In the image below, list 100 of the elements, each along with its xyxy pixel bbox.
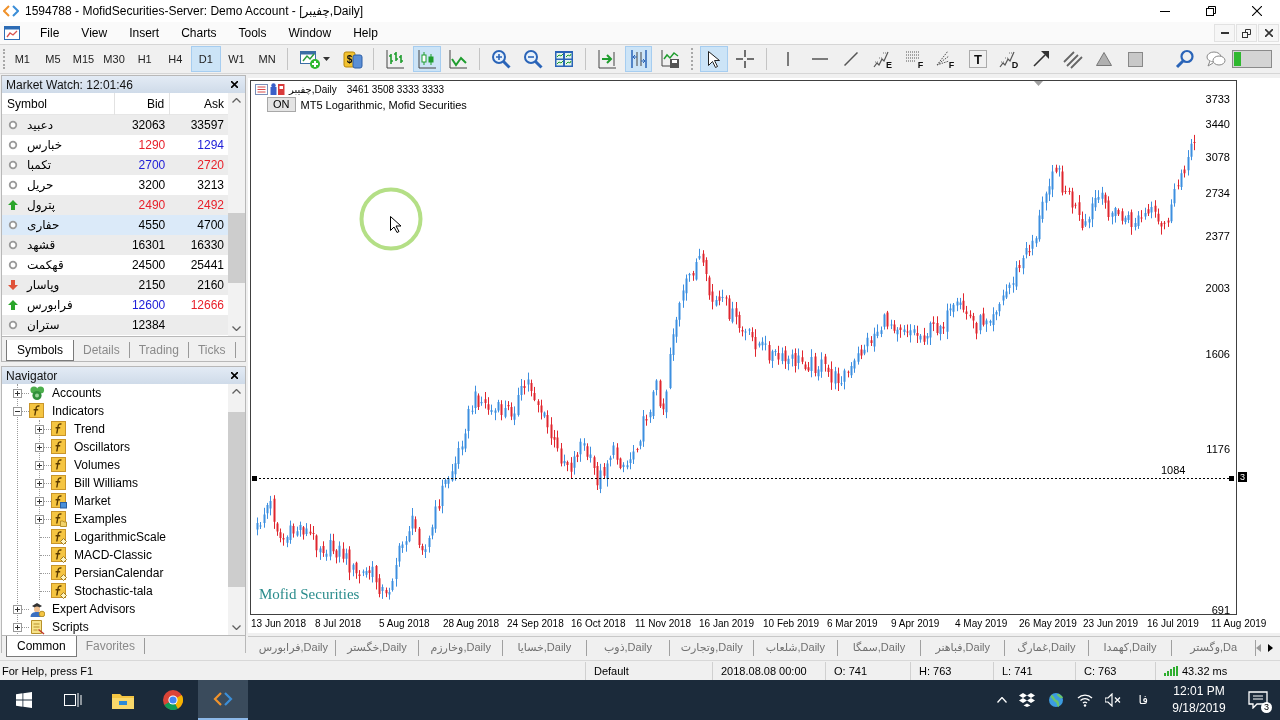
date-label: 26 May 2019: [1019, 617, 1078, 631]
expand-icon[interactable]: [35, 424, 44, 434]
panel-tab[interactable]: Symbols: [6, 340, 74, 361]
date-label: 16 Jul 2019: [1147, 617, 1200, 631]
tree-item[interactable]: Stochastic-tala: [74, 584, 153, 598]
menu-item[interactable]: View: [70, 24, 119, 42]
menu-item[interactable]: File: [29, 24, 71, 42]
chart-shift-icon: [628, 49, 649, 69]
timeframe-button[interactable]: H1: [129, 46, 160, 72]
timeframe-button[interactable]: M1: [7, 46, 38, 72]
scrollbar[interactable]: [228, 384, 245, 635]
tree-item[interactable]: Indicators: [52, 404, 105, 418]
bid-price: 12384: [130, 317, 167, 334]
restore-button[interactable]: [1236, 24, 1257, 42]
signal-icon: [1164, 665, 1178, 676]
indicator-toggle[interactable]: ON: [267, 97, 296, 112]
bid-price: 32063: [130, 117, 167, 134]
function-icon: [51, 421, 67, 437]
tree-item[interactable]: Market: [74, 494, 111, 508]
cursor-button[interactable]: [699, 46, 728, 72]
timeframe-button[interactable]: M5: [37, 46, 69, 72]
chart-tab[interactable]: فرابورس,Daily: [252, 639, 336, 656]
tree-item[interactable]: Accounts: [52, 386, 102, 400]
scroll-right-icon[interactable]: [1268, 643, 1274, 652]
menu-item[interactable]: Charts: [170, 24, 228, 42]
timeframe-button[interactable]: M15: [68, 46, 99, 72]
chart-tab[interactable]: کهمدا,Daily: [1088, 639, 1173, 656]
scrollbar-thumb[interactable]: [228, 213, 245, 283]
expand-icon[interactable]: [35, 514, 44, 524]
chart-tab[interactable]: خگستر,Daily: [335, 639, 420, 656]
language-indicator[interactable]: فا: [1138, 693, 1148, 707]
tree-item[interactable]: Volumes: [74, 458, 121, 472]
chart-tab[interactable]: فباهنر,Daily: [921, 639, 1006, 656]
expand-icon[interactable]: [35, 496, 44, 506]
tree-item[interactable]: Examples: [74, 512, 127, 526]
chart-tab[interactable]: غمارگ,Daily: [1005, 639, 1089, 656]
chart-tab[interactable]: وخارزم,Daily: [419, 639, 503, 656]
timeframe-button[interactable]: H4: [159, 46, 191, 72]
scroll-icon: [29, 619, 45, 635]
tree-item[interactable]: Trend: [74, 422, 105, 436]
expand-icon[interactable]: [13, 388, 22, 398]
minimize-button[interactable]: [1214, 24, 1235, 42]
chart-tab[interactable]: سمگا,Daily: [837, 639, 922, 656]
candle-chart-button[interactable]: [413, 46, 441, 72]
close-button[interactable]: [229, 79, 240, 90]
chart-tab[interactable]: خسایا,Daily: [503, 639, 587, 656]
expand-icon[interactable]: [13, 622, 22, 632]
chart-tab[interactable]: شلعاب,Daily: [754, 639, 838, 656]
tree-item[interactable]: Oscillators: [74, 440, 130, 454]
menu-item[interactable]: Tools: [227, 24, 278, 42]
tree-item[interactable]: Expert Advisors: [52, 602, 136, 616]
date-label: 4 May 2019: [955, 617, 1009, 631]
scrollbar-thumb[interactable]: [228, 412, 245, 587]
expand-icon[interactable]: [35, 442, 44, 452]
expand-icon[interactable]: [35, 478, 44, 488]
chevron-up-icon[interactable]: [996, 697, 1007, 703]
chart-tab[interactable]: ذوب,Daily: [586, 639, 671, 656]
timeframe-button[interactable]: D1: [190, 46, 222, 72]
scrollbar[interactable]: [228, 93, 245, 336]
clock-button[interactable]: 12:01 PM 9/18/2019: [1162, 683, 1236, 717]
tree-item[interactable]: Scripts: [52, 620, 89, 634]
highlight-ring-icon: [359, 187, 423, 251]
notifications-button[interactable]: 3: [1236, 680, 1280, 720]
collapse-icon[interactable]: [13, 406, 22, 416]
close-button[interactable]: [229, 370, 240, 381]
globe-icon[interactable]: [1046, 692, 1065, 708]
panel-tab[interactable]: Common: [6, 636, 77, 657]
timeframe-button[interactable]: W1: [221, 46, 252, 72]
date-label: 24 Sep 2018: [507, 617, 565, 631]
speaker-muted-icon[interactable]: [1104, 693, 1121, 707]
timeframe-button[interactable]: MN: [251, 46, 283, 72]
crosshair-icon: [736, 50, 755, 68]
menu-item[interactable]: Help: [342, 24, 389, 42]
ask-price: 4700: [196, 217, 225, 234]
chart-tab[interactable]: وتجارت,Daily: [670, 639, 755, 656]
column-header[interactable]: Ask: [170, 93, 228, 115]
menu-item[interactable]: Insert: [118, 24, 171, 42]
column-header[interactable]: Symbol: [2, 93, 115, 115]
ask-price: 3213: [196, 177, 225, 194]
chart-tab[interactable]: وگستر,Da: [1172, 639, 1257, 656]
date-label: 5 Aug 2018: [379, 617, 431, 631]
menu-item[interactable]: Window: [277, 24, 343, 42]
wifi-icon[interactable]: [1076, 693, 1093, 707]
low-price: L: 741: [1002, 664, 1033, 677]
profile-name: Default: [594, 664, 629, 677]
diamonds-icon[interactable]: [1018, 693, 1035, 707]
bid-price: 2490: [137, 197, 167, 214]
minimize-icon: [1220, 32, 1229, 34]
tree-item[interactable]: MACD-Classic: [74, 548, 152, 562]
chart-shift-button[interactable]: [624, 46, 653, 72]
tree-item[interactable]: PersianCalendar: [74, 566, 164, 580]
close-button[interactable]: [1258, 24, 1279, 42]
column-header[interactable]: Bid: [114, 93, 171, 115]
timeframe-button[interactable]: M30: [98, 46, 130, 72]
function-icon: [29, 403, 45, 419]
tree-item[interactable]: LogarithmicScale: [74, 530, 167, 544]
tree-item[interactable]: Bill Williams: [74, 476, 138, 490]
terminal-app-button[interactable]: [198, 680, 248, 720]
expand-icon[interactable]: [35, 460, 44, 470]
expand-icon[interactable]: [13, 604, 22, 614]
